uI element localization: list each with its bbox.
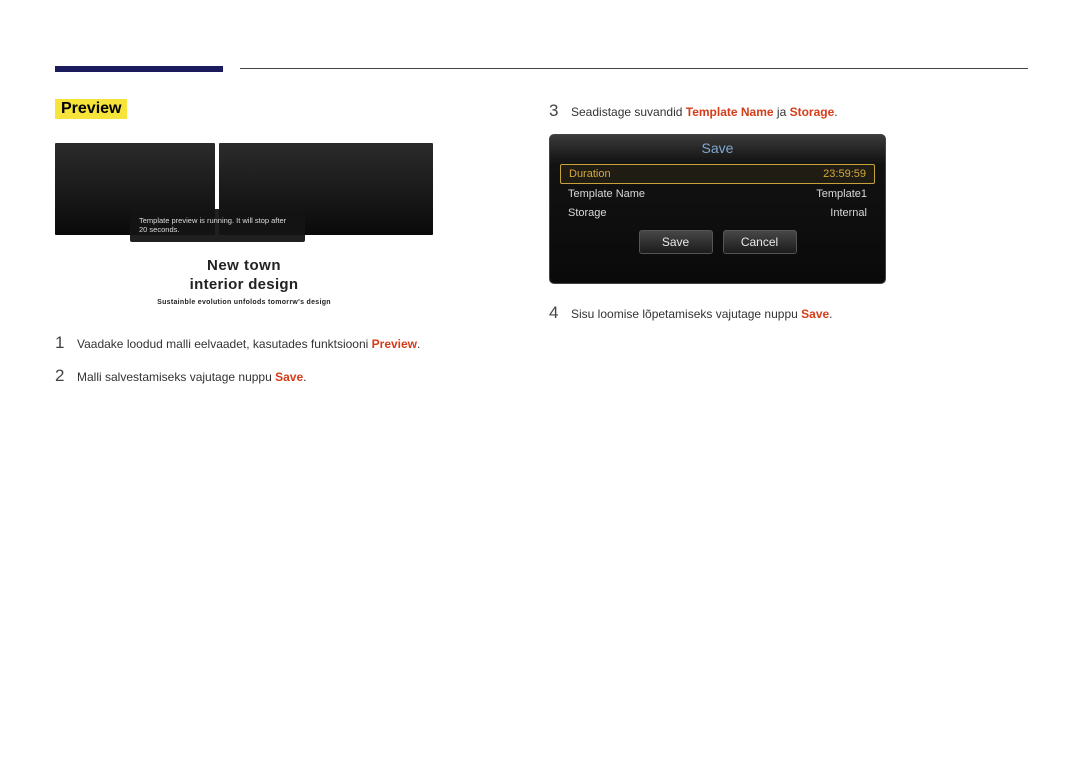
step-text-post: . xyxy=(829,307,832,321)
keyword-save: Save xyxy=(275,370,303,384)
dialog-row-template-name[interactable]: Template Name Template1 xyxy=(560,185,875,203)
keyword-save: Save xyxy=(801,307,829,321)
step-text-pre: Sisu loomise lõpetamiseks vajutage nuppu xyxy=(571,307,801,321)
preview-caption: New town interior design Sustainble evol… xyxy=(55,257,433,306)
dialog-buttons: Save Cancel xyxy=(560,230,875,254)
step-text-pre: Seadistage suvandid xyxy=(571,105,686,119)
dialog-title: Save xyxy=(550,135,885,160)
step-text: Sisu loomise lõpetamiseks vajutage nuppu… xyxy=(571,306,833,323)
step-text-pre: Malli salvestamiseks vajutage nuppu xyxy=(77,370,275,384)
save-button[interactable]: Save xyxy=(639,230,713,254)
row-value: Internal xyxy=(830,207,867,219)
cancel-button[interactable]: Cancel xyxy=(723,230,797,254)
step-text: Seadistage suvandid Template Name ja Sto… xyxy=(571,104,838,121)
step-2: 2 Malli salvestamiseks vajutage nuppu Sa… xyxy=(55,366,306,386)
caption-line-1: New town xyxy=(55,257,433,274)
step-text: Malli salvestamiseks vajutage nuppu Save… xyxy=(77,369,306,386)
section-title-preview: Preview xyxy=(55,99,127,119)
save-dialog: Save Duration 23:59:59 Template Name Tem… xyxy=(549,134,886,284)
step-text-pre: Vaadake loodud malli eelvaadet, kasutade… xyxy=(77,337,372,351)
dialog-row-duration[interactable]: Duration 23:59:59 xyxy=(560,164,875,184)
step-number: 4 xyxy=(549,303,571,323)
dialog-row-storage[interactable]: Storage Internal xyxy=(560,204,875,222)
row-label: Storage xyxy=(568,207,607,219)
header-rule xyxy=(240,68,1028,69)
step-text: Vaadake loodud malli eelvaadet, kasutade… xyxy=(77,336,420,353)
dialog-body: Duration 23:59:59 Template Name Template… xyxy=(550,160,885,262)
row-value: 23:59:59 xyxy=(823,168,866,180)
caption-line-3: Sustainble evolution unfolods tomorrw's … xyxy=(55,299,433,306)
row-label: Template Name xyxy=(568,188,645,200)
step-1: 1 Vaadake loodud malli eelvaadet, kasuta… xyxy=(55,333,420,353)
step-text-mid: ja xyxy=(774,105,790,119)
keyword-preview: Preview xyxy=(372,337,417,351)
step-number: 1 xyxy=(55,333,77,353)
keyword-storage: Storage xyxy=(790,105,835,119)
keyword-template-name: Template Name xyxy=(686,105,774,119)
step-text-post: . xyxy=(834,105,837,119)
caption-line-2: interior design xyxy=(55,276,433,293)
row-label: Duration xyxy=(569,168,611,180)
header-accent-bar xyxy=(55,66,223,72)
step-3: 3 Seadistage suvandid Template Name ja S… xyxy=(549,101,838,121)
step-4: 4 Sisu loomise lõpetamiseks vajutage nup… xyxy=(549,303,833,323)
preview-toast: Template preview is running. It will sto… xyxy=(130,209,305,242)
row-value: Template1 xyxy=(816,188,867,200)
step-number: 2 xyxy=(55,366,77,386)
step-text-post: . xyxy=(417,337,420,351)
step-text-post: . xyxy=(303,370,306,384)
step-number: 3 xyxy=(549,101,571,121)
